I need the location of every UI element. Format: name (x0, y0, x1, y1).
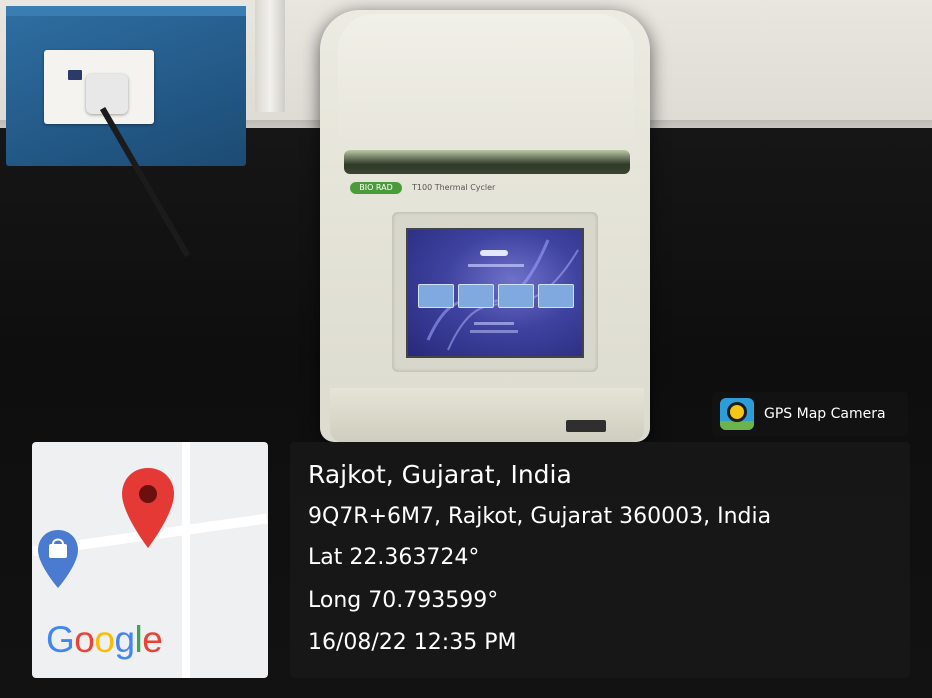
power-plug (86, 74, 128, 114)
brand-logo: BIO RAD (350, 182, 402, 194)
datetime-text: 16/08/22 12:35 PM (308, 630, 517, 655)
shopping-pin-icon (38, 530, 78, 588)
location-pin-icon (122, 468, 174, 548)
google-logo: Google (46, 619, 163, 660)
lid-band (344, 150, 630, 174)
photo-scene: BIO RAD T100 Thermal Cycler GPS Map Came… (0, 0, 932, 698)
model-label: T100 Thermal Cycler (412, 183, 496, 192)
screen-button (538, 284, 574, 308)
address-text: 9Q7R+6M7, Rajkot, Gujarat 360003, India (308, 504, 772, 529)
thermal-cycler-lid (338, 14, 634, 160)
screen-button (498, 284, 534, 308)
usb-slot (566, 420, 606, 432)
screen-button (418, 284, 454, 308)
wall-pipe (255, 0, 285, 112)
cycler-base (330, 388, 644, 442)
app-badge-label: GPS Map Camera (764, 406, 886, 422)
screen-button (458, 284, 494, 308)
longitude-text: Long 70.793599° (308, 588, 499, 613)
latitude-text: Lat 22.363724° (308, 545, 480, 570)
touch-screen (406, 228, 584, 358)
gps-map-camera-app-icon (720, 398, 754, 430)
place-name: Rajkot, Gujarat, India (308, 460, 572, 489)
